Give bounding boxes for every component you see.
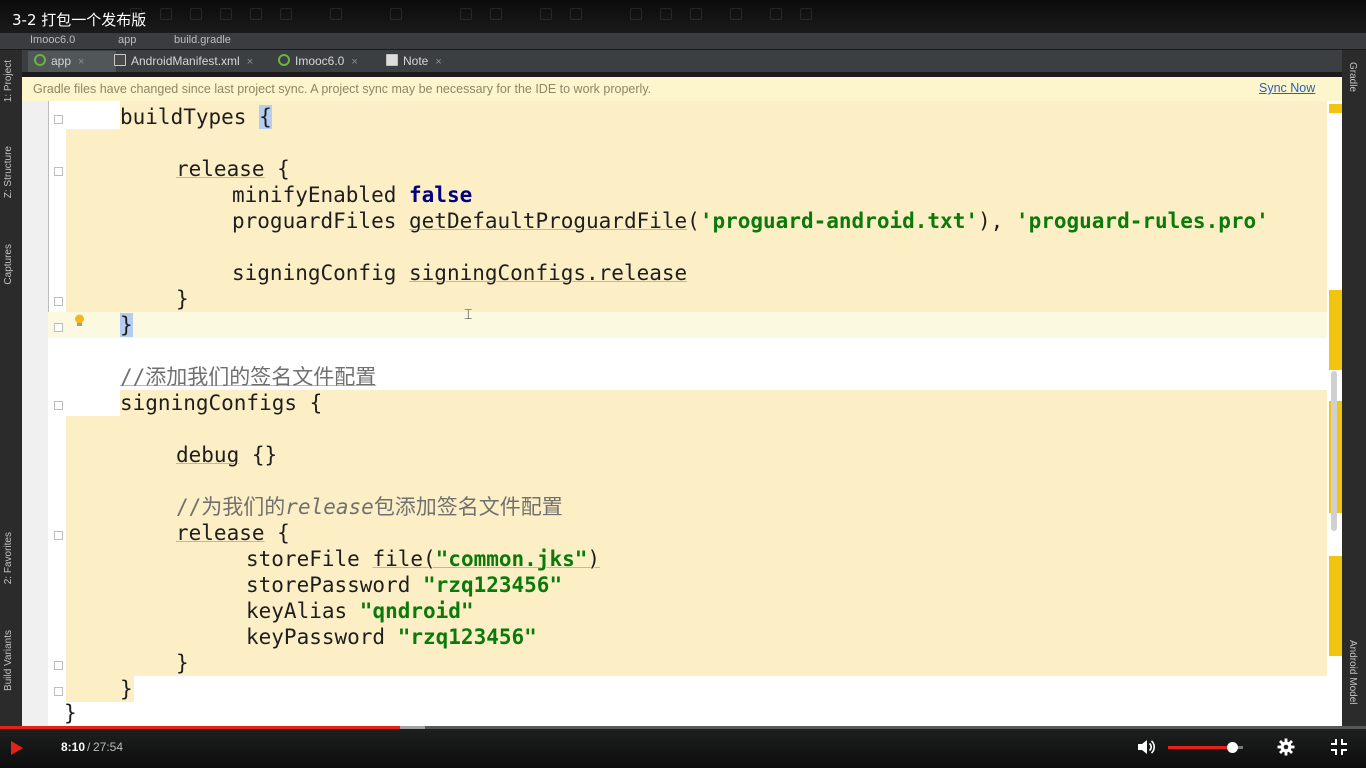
breadcrumb: Imooc6.0 app build.gradle — [0, 33, 1366, 49]
close-icon[interactable]: × — [351, 52, 357, 73]
tab-imooc[interactable]: Imooc6.0 × — [272, 51, 372, 72]
code-line: storePassword "rzq123456" — [246, 573, 563, 597]
fold-marker[interactable] — [54, 167, 63, 176]
code-line: } — [64, 701, 77, 725]
ide-toolbar — [130, 4, 830, 26]
code-line: minifyEnabled false — [232, 183, 473, 207]
code-editor[interactable]: buildTypes { release { minifyEnabled fal… — [22, 101, 1342, 726]
error-stripe[interactable] — [1327, 101, 1342, 726]
time-separator: / — [87, 740, 91, 754]
stripe-mark[interactable] — [1329, 290, 1342, 370]
time-current: 8:10 — [61, 740, 86, 754]
code-line: keyAlias "qndroid" — [246, 599, 474, 623]
breadcrumb-item-module[interactable]: app — [118, 34, 136, 46]
tool-build-variants[interactable]: Build Variants — [3, 630, 14, 691]
sync-now-link[interactable]: Sync Now — [1259, 81, 1315, 95]
stripe-mark[interactable] — [1329, 556, 1342, 656]
volume-level — [1168, 746, 1232, 749]
xml-file-icon — [114, 54, 126, 66]
tab-note[interactable]: Note × — [380, 51, 452, 72]
code-line: debug {} — [176, 443, 278, 467]
code-comment: //为我们的release包添加签名文件配置 — [176, 495, 563, 519]
code-line: } — [120, 313, 133, 337]
code-line: } — [120, 677, 133, 701]
gradle-icon — [34, 54, 46, 66]
tool-gradle[interactable]: Gradle — [1347, 62, 1358, 92]
video-controls: 8:10 / 27:54 — [0, 726, 1366, 768]
tab-label: Imooc6.0 — [295, 54, 345, 68]
exit-fullscreen-icon[interactable] — [1330, 738, 1348, 756]
sync-message: Gradle files have changed since last pro… — [33, 82, 652, 96]
editor-gutter — [22, 101, 48, 726]
tool-favorites[interactable]: 2: Favorites — [3, 532, 14, 584]
video-title: 3-2 打包一个发布版 — [12, 11, 147, 29]
close-icon[interactable]: × — [247, 52, 253, 73]
close-icon[interactable]: × — [435, 52, 441, 73]
code-comment: //添加我们的签名文件配置 — [120, 365, 377, 389]
code-line: signingConfigs { — [120, 391, 323, 415]
code-line: release { — [176, 521, 290, 545]
code-line: signingConfig signingConfigs.release — [232, 261, 688, 285]
lightbulb-icon[interactable] — [74, 314, 85, 328]
gradle-icon — [278, 54, 290, 66]
fold-marker[interactable] — [54, 661, 63, 670]
tab-label: AndroidManifest.xml — [131, 54, 240, 68]
editor-tab-bar: app × AndroidManifest.xml × Imooc6.0 × Note… — [22, 50, 1342, 72]
scrollbar-thumb[interactable] — [1331, 371, 1337, 531]
scope-highlight-gap — [66, 101, 120, 129]
close-icon[interactable]: × — [78, 52, 84, 73]
code-line: keyPassword "rzq123456" — [246, 625, 537, 649]
code-line: release { — [176, 157, 290, 181]
tool-project[interactable]: 1: Project — [3, 60, 14, 102]
breadcrumb-item-file[interactable]: build.gradle — [174, 34, 231, 46]
fold-marker[interactable] — [54, 323, 63, 332]
right-tool-strip: Gradle Android Model — [1342, 50, 1366, 726]
tool-captures[interactable]: Captures — [3, 244, 14, 285]
fold-marker[interactable] — [54, 115, 63, 124]
tab-androidmanifest[interactable]: AndroidManifest.xml × — [108, 51, 264, 72]
progress-bar[interactable] — [0, 726, 1366, 729]
volume-knob[interactable] — [1226, 742, 1238, 753]
tool-android-model[interactable]: Android Model — [1347, 640, 1358, 704]
tab-label: Note — [403, 54, 429, 68]
left-tool-strip: 1: Project Z: Structure Captures 2: Favo… — [0, 50, 22, 726]
tab-app[interactable]: app × — [28, 51, 116, 72]
time-total: 27:54 — [93, 740, 124, 754]
breadcrumb-item-project[interactable]: Imooc6.0 — [30, 34, 75, 46]
volume-slider[interactable] — [1168, 742, 1243, 753]
stripe-mark[interactable] — [1329, 104, 1342, 113]
tool-structure[interactable]: Z: Structure — [3, 146, 14, 198]
code-line: } — [176, 287, 189, 311]
sync-banner: Gradle files have changed since last pro… — [22, 77, 1342, 101]
code-line: storeFile file("common.jks") — [246, 547, 601, 571]
play-button[interactable] — [11, 741, 23, 755]
note-icon — [386, 54, 398, 66]
gutter-separator — [48, 101, 49, 338]
code-line: buildTypes { — [120, 105, 272, 129]
fold-marker[interactable] — [54, 297, 63, 306]
fold-marker[interactable] — [54, 531, 63, 540]
fold-marker[interactable] — [54, 401, 63, 410]
code-line: } — [176, 651, 189, 675]
tab-label: app — [51, 54, 72, 68]
code-line: proguardFiles getDefaultProguardFile('pr… — [232, 209, 1269, 233]
progress-played — [0, 726, 401, 729]
gear-icon[interactable] — [1277, 738, 1295, 756]
fold-marker[interactable] — [54, 687, 63, 696]
text-cursor-icon: ⌶ — [464, 307, 473, 323]
volume-icon[interactable] — [1137, 739, 1155, 755]
caret-row — [48, 312, 1327, 338]
